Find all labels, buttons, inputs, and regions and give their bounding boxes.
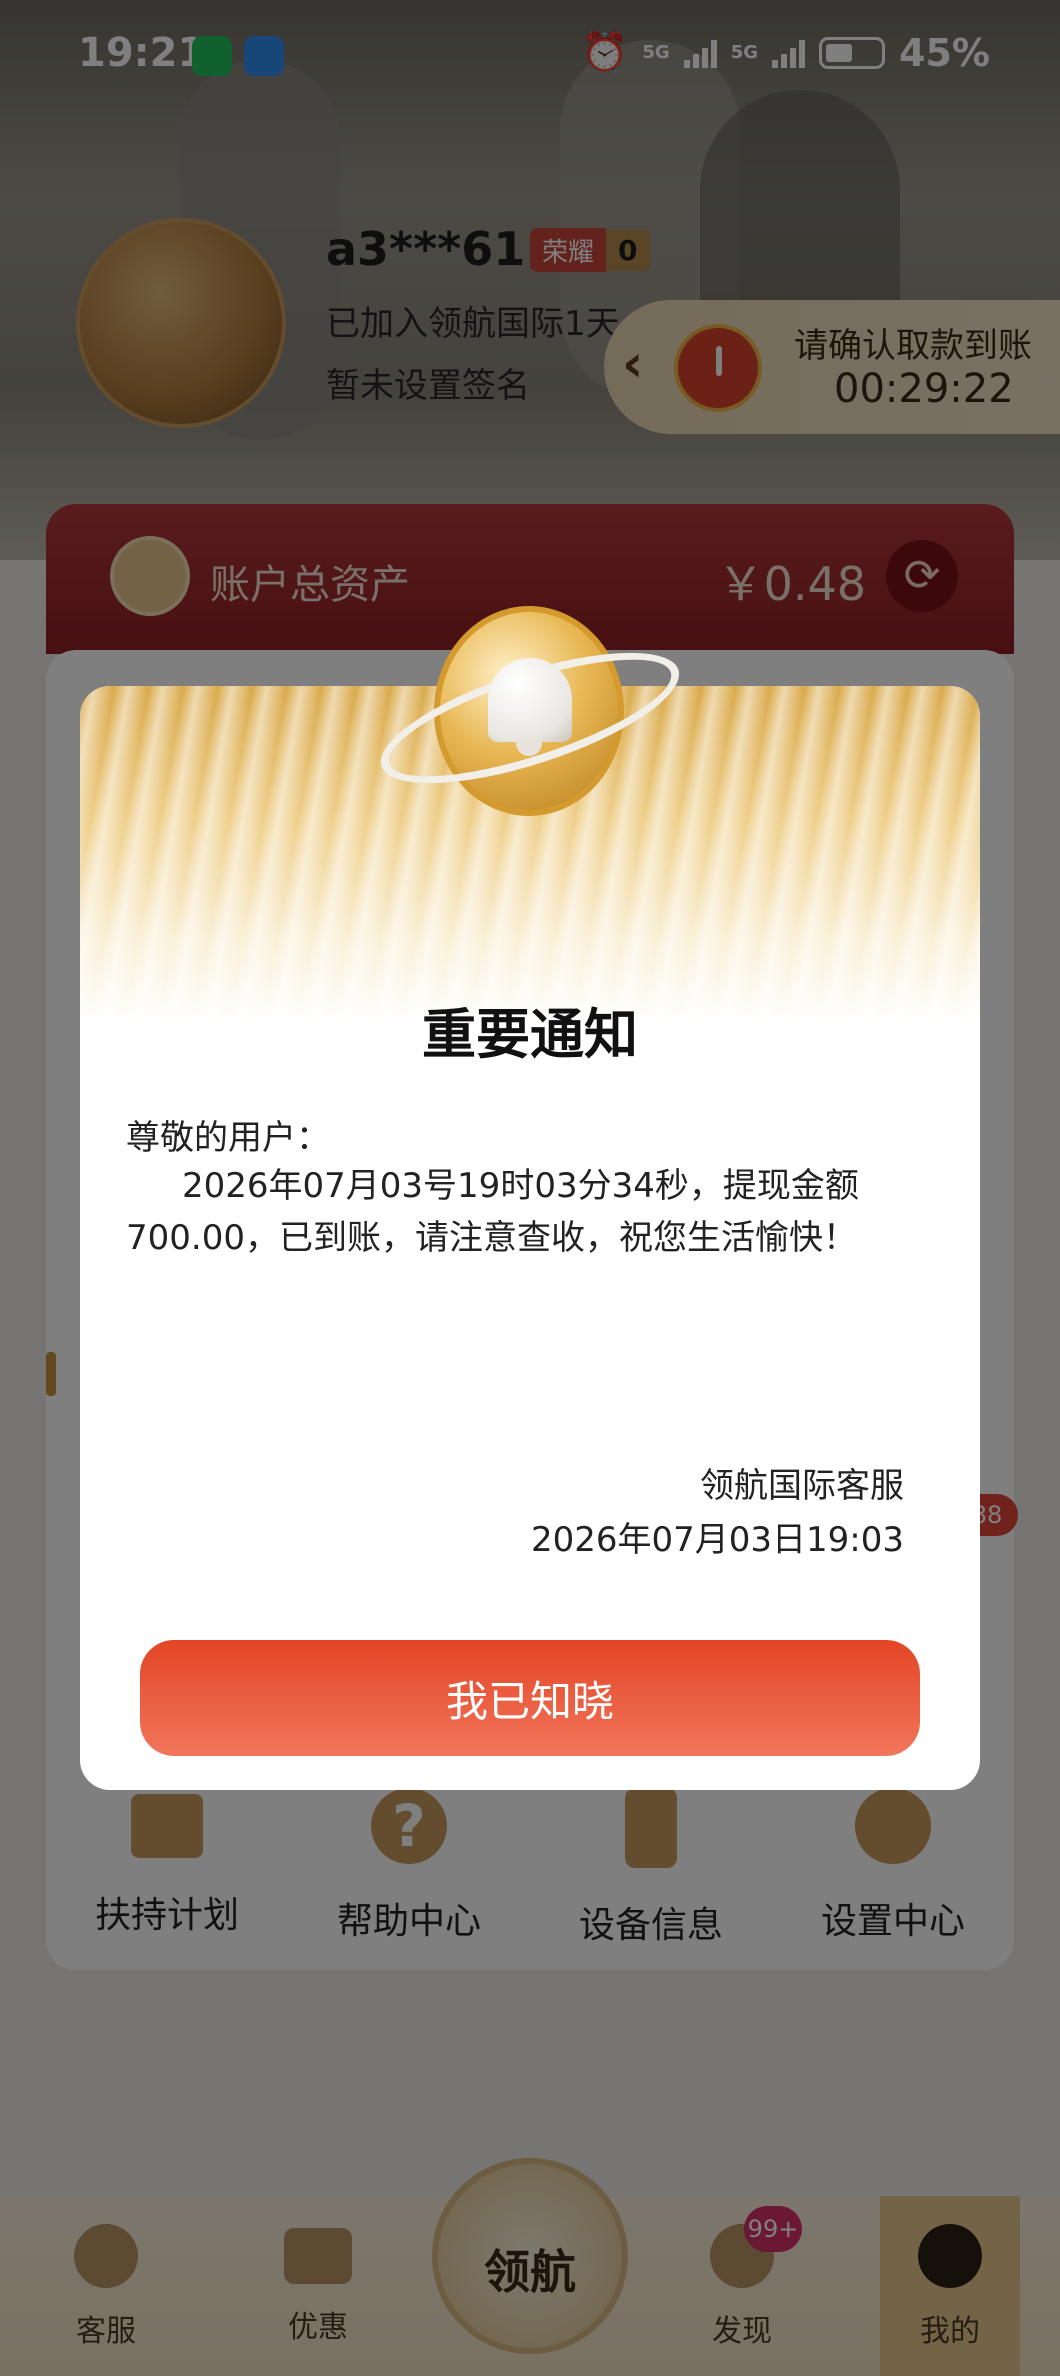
modal-message: 2026年07月03号19时03分34秒，提现金额700.00，已到账，请注意查… (126, 1166, 859, 1258)
bell-shape (488, 658, 572, 742)
acknowledge-button[interactable]: 我已知晓 (140, 1640, 920, 1756)
modal-title: 重要通知 (422, 1003, 638, 1066)
modal-greeting: 尊敬的用户： (126, 1118, 330, 1158)
bell-icon (367, 596, 693, 816)
modal-signer: 领航国际客服 (700, 1466, 904, 1506)
notification-modal: 重要通知 尊敬的用户： 2026年07月03号19时03分34秒，提现金额700… (80, 686, 980, 1790)
modal-date: 2026年07月03日19:03 (530, 1520, 904, 1560)
